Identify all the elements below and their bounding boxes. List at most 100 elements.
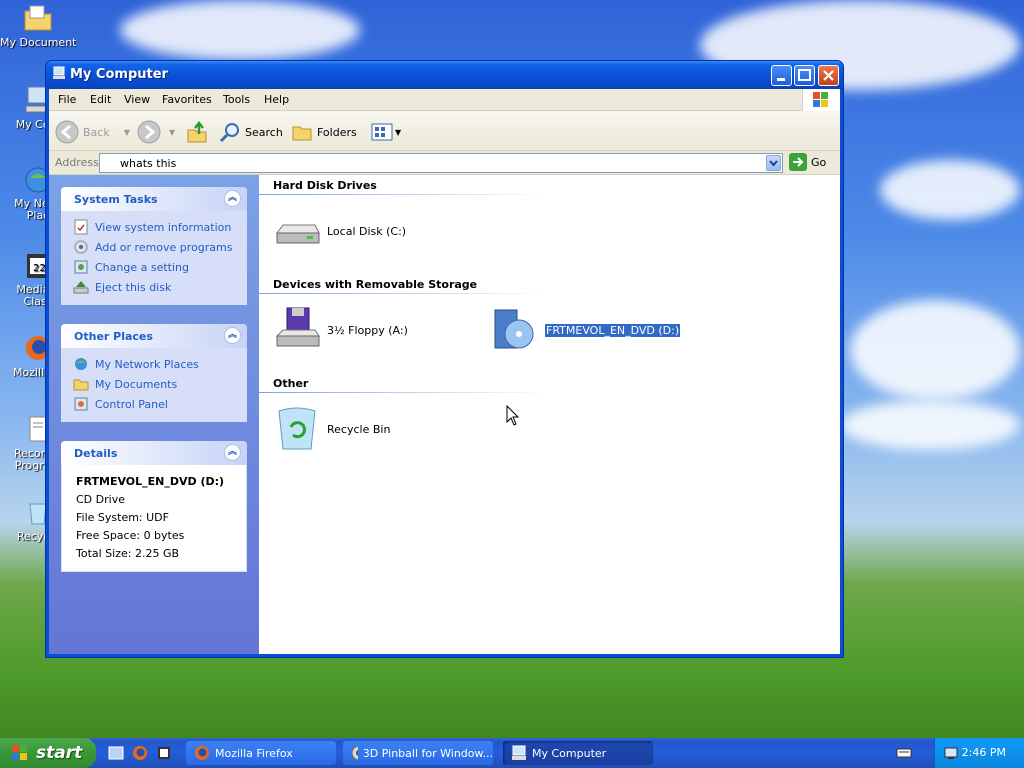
- windows-logo-icon: [12, 745, 27, 760]
- menu-tools[interactable]: Tools: [223, 93, 250, 106]
- my-documents-link[interactable]: My Documents: [73, 374, 237, 394]
- dvd-drive-d-item[interactable]: FRTMEVOL_EN_DVD (D:): [491, 306, 682, 354]
- network-places-icon: [75, 358, 87, 370]
- window-title: My Computer: [70, 67, 168, 82]
- desktop-icon-my-documents[interactable]: My Documents: [0, 2, 76, 49]
- hard-disk-icon: [273, 207, 321, 255]
- folder-documents-icon: [22, 2, 54, 34]
- group-divider: [259, 194, 549, 195]
- eject-disk-link[interactable]: Eject this disk: [73, 277, 237, 297]
- menu-help[interactable]: Help: [264, 93, 289, 106]
- chevron-down-icon: ▼: [169, 127, 176, 137]
- detail-total-size: Total Size: 2.25 GB: [76, 547, 180, 560]
- my-computer-icon: [512, 745, 526, 760]
- recycle-bin-icon: [273, 405, 321, 453]
- show-desktop-icon[interactable]: [108, 745, 124, 761]
- floppy-a-item[interactable]: 3½ Floppy (A:): [273, 306, 408, 354]
- details-panel: Details ︽ FRTMEVOL_EN_DVD (D:) CD Drive …: [61, 441, 247, 572]
- my-computer-window: My Computer File Edit View Favorites Too…: [45, 60, 844, 658]
- close-button[interactable]: [818, 65, 839, 86]
- local-disk-c-item[interactable]: Local Disk (C:): [273, 207, 406, 255]
- go-button[interactable]: Go: [789, 153, 826, 171]
- detail-file-system: File System: UDF: [76, 511, 169, 524]
- control-panel-icon: [74, 260, 88, 274]
- search-button[interactable]: Search: [219, 119, 283, 145]
- other-places-header[interactable]: Other Places ︽: [61, 324, 247, 348]
- pinball-icon: [351, 745, 358, 761]
- folders-label: Folders: [317, 125, 357, 139]
- main-area: System Tasks ︽ View system information A…: [49, 175, 840, 654]
- recycle-bin-item[interactable]: Recycle Bin: [273, 405, 390, 453]
- task-pane: System Tasks ︽ View system information A…: [49, 175, 259, 654]
- my-computer-icon: [52, 66, 66, 80]
- taskbar-task-firefox[interactable]: Mozilla Firefox: [186, 741, 336, 765]
- add-remove-programs-link[interactable]: Add or remove programs: [73, 237, 237, 257]
- taskbar-task-pinball[interactable]: 3D Pinball for Window...: [343, 741, 493, 765]
- collapse-icon[interactable]: ︽: [224, 444, 241, 461]
- firefox-icon: [195, 746, 209, 760]
- collapse-icon[interactable]: ︽: [224, 327, 241, 344]
- other-places-panel: Other Places ︽ My Network Places My Docu…: [61, 324, 247, 422]
- my-network-places-link[interactable]: My Network Places: [73, 354, 237, 374]
- chevron-down-icon: ▼: [395, 127, 402, 137]
- clock[interactable]: 2:46 PM: [962, 746, 1006, 759]
- address-label: Address: [55, 156, 99, 169]
- forward-button[interactable]: ▼: [137, 119, 175, 145]
- firefox-quicklaunch-icon[interactable]: [132, 745, 148, 761]
- desktop-icon-label: My Documents: [0, 36, 76, 49]
- system-tray: 2:46 PM: [934, 738, 1024, 768]
- minimize-button[interactable]: [771, 65, 792, 86]
- detail-type: CD Drive: [76, 493, 125, 506]
- folders-button[interactable]: Folders: [291, 119, 357, 145]
- taskbar: start Mozilla Firefox 3D Pinball for Win…: [0, 738, 1024, 768]
- go-arrow-icon: [789, 153, 807, 171]
- content-pane: Hard Disk Drives Local Disk (C:) Devices…: [259, 175, 840, 654]
- views-button[interactable]: ▼: [371, 119, 401, 145]
- keyboard-icon[interactable]: [896, 745, 912, 761]
- group-header-removable: Devices with Removable Storage: [273, 278, 478, 291]
- minimize-icon: [777, 78, 785, 81]
- go-label: Go: [811, 155, 827, 169]
- back-button[interactable]: Back ▼: [55, 119, 130, 145]
- media-player-quicklaunch-icon[interactable]: [156, 745, 172, 761]
- back-label: Back: [83, 125, 110, 139]
- eject-icon: [73, 281, 89, 294]
- maximize-icon: [798, 69, 811, 81]
- maximize-button[interactable]: [794, 65, 815, 86]
- svg-text:22: 22: [33, 263, 46, 274]
- control-panel-link[interactable]: Control Panel: [73, 394, 237, 414]
- menu-view[interactable]: View: [124, 93, 150, 106]
- menu-favorites[interactable]: Favorites: [162, 93, 212, 106]
- dvd-drive-icon: [491, 306, 539, 354]
- system-tasks-header[interactable]: System Tasks ︽: [61, 187, 247, 211]
- control-panel-icon: [74, 397, 88, 411]
- detail-name: FRTMEVOL_EN_DVD (D:): [76, 475, 225, 488]
- up-folder-button[interactable]: [185, 119, 209, 145]
- mouse-cursor-icon: [506, 405, 520, 426]
- up-folder-icon: [187, 120, 207, 143]
- start-label: start: [36, 743, 83, 763]
- menu-edit[interactable]: Edit: [90, 93, 111, 106]
- start-button[interactable]: start: [0, 738, 96, 768]
- view-system-info-link[interactable]: View system information: [73, 217, 237, 237]
- menu-file[interactable]: File: [58, 93, 76, 106]
- search-label: Search: [245, 125, 283, 139]
- address-dropdown-button[interactable]: [766, 155, 781, 171]
- address-bar: Address whats this Go: [49, 151, 840, 175]
- panel-title: Details: [74, 447, 118, 460]
- group-header-hard-disk: Hard Disk Drives: [273, 179, 377, 192]
- close-icon: [823, 70, 834, 81]
- add-remove-programs-icon: [74, 240, 88, 254]
- collapse-icon[interactable]: ︽: [224, 190, 241, 207]
- menu-bar: File Edit View Favorites Tools Help: [49, 89, 840, 111]
- selected-label: FRTMEVOL_EN_DVD (D:): [543, 322, 682, 338]
- network-tray-icon[interactable]: [943, 745, 959, 761]
- title-bar[interactable]: My Computer: [46, 61, 843, 89]
- toolbar: Back ▼ ▼ Search Folders ▼: [49, 111, 840, 151]
- change-setting-link[interactable]: Change a setting: [73, 257, 237, 277]
- address-value: whats this: [120, 157, 177, 170]
- forward-arrow-icon: [137, 120, 161, 144]
- details-header[interactable]: Details ︽: [61, 441, 247, 465]
- taskbar-task-my-computer[interactable]: My Computer: [503, 741, 653, 765]
- address-input[interactable]: whats this: [99, 153, 783, 173]
